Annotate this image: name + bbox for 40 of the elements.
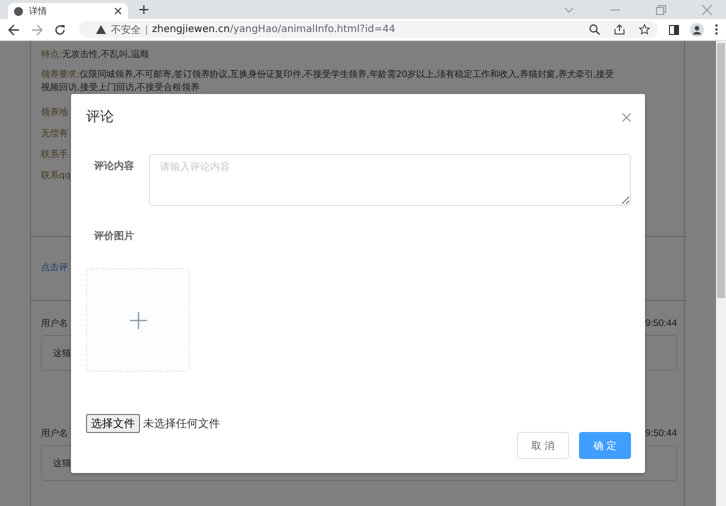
zoom-icon[interactable] xyxy=(589,24,600,35)
user-name: 用户名 xyxy=(41,428,68,441)
dialog-title: 评论 xyxy=(86,108,114,126)
reload-icon[interactable] xyxy=(54,24,66,36)
new-tab-button[interactable]: + xyxy=(138,2,150,18)
user-name: 用户名 xyxy=(41,318,68,331)
menu-icon[interactable] xyxy=(715,24,718,35)
star-icon[interactable] xyxy=(639,24,650,35)
scrollbar[interactable] xyxy=(716,41,726,506)
plus-icon xyxy=(130,312,146,328)
cancel-button[interactable]: 取 消 xyxy=(517,432,569,459)
form-label: 评价图片 xyxy=(92,231,134,242)
close-icon[interactable] xyxy=(622,112,631,122)
scrollbar-thumb[interactable] xyxy=(717,43,725,298)
field-label: 领养要求: xyxy=(41,70,80,80)
field-label: 特点: xyxy=(41,50,62,60)
browser-tab[interactable]: 详情 xyxy=(8,3,128,19)
address-bar[interactable]: 不安全 zhengjiewen.cn/yangHao/animalInfo.html?id=44 xyxy=(79,21,658,38)
comment-time: 9:50:44 xyxy=(645,317,677,331)
field-label: 联系手 xyxy=(41,150,68,160)
profile-icon[interactable] xyxy=(690,22,704,36)
comment-input[interactable]: 请输入评论内容 xyxy=(149,154,631,206)
file-status: 未选择任何文件 xyxy=(143,416,220,431)
comment-time: 9:50:44 xyxy=(645,427,677,441)
warning-icon xyxy=(96,25,106,34)
field-label: 联系qq xyxy=(41,171,70,181)
field-label: 领养地 xyxy=(41,108,68,118)
comment-text: 这猫 xyxy=(53,458,71,470)
globe-icon xyxy=(14,6,23,16)
field-value: 无攻击性,不乱叫,温顺 xyxy=(62,50,149,60)
back-icon[interactable] xyxy=(8,24,20,36)
form-label: 评论内容 xyxy=(92,159,135,174)
field-label: 无偿有 xyxy=(41,129,68,139)
field-value: 仅限同城领养,不可邮寄,签订领养协议,互换身份证复印件,不接受学生领养,年龄需20岁以上,须有稳定工作和收入,养猫封窗,养犬牵引,接受 xyxy=(80,70,614,80)
sidebar-icon[interactable] xyxy=(669,24,679,34)
choose-file-button[interactable]: 选择文件 xyxy=(86,414,140,433)
field-value: 视频回访,接受上门回访,不接受合租领养 xyxy=(41,83,200,93)
share-icon[interactable] xyxy=(614,24,625,35)
comment-text: 这猫 xyxy=(53,348,71,360)
close-tab-icon[interactable] xyxy=(114,7,122,15)
